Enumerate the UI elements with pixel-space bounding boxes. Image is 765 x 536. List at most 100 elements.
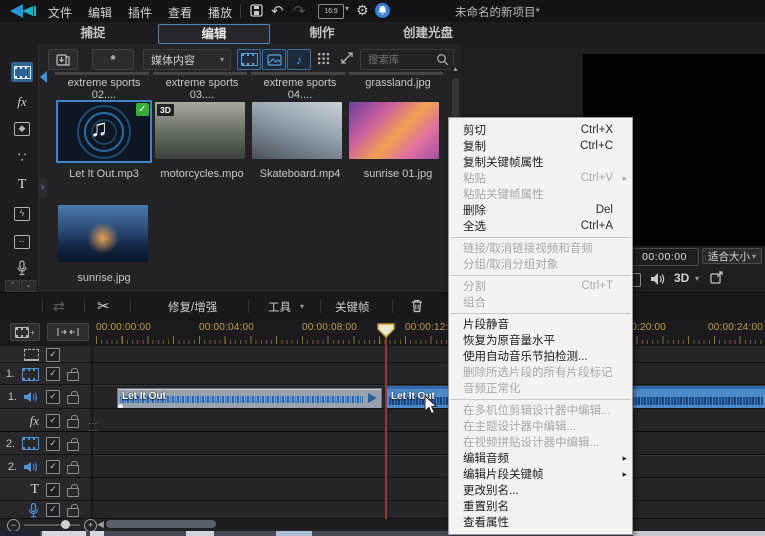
settings-gear-icon[interactable]: ⚙ [356,2,369,19]
taskbar-item[interactable] [186,531,214,536]
track-lock-icon[interactable] [67,395,79,404]
filter-audio-button[interactable]: ♪ [287,49,311,70]
track-visible-checkbox[interactable]: ✓ [46,483,60,497]
menu-item-paste-keyframe-attrs[interactable]: 粘贴关键帧属性 [449,186,632,202]
notification-bell-icon[interactable] [375,3,390,18]
track-content[interactable] [93,363,765,385]
menu-edit[interactable]: 编辑 [88,4,112,21]
track-header[interactable]: ✓ [0,501,92,519]
tab-create-disc[interactable]: 创建光盘 [373,24,483,42]
menu-view[interactable]: 查看 [168,4,192,21]
menu-item-edit-audio[interactable]: 编辑音频▸ [449,450,632,466]
taskbar-item[interactable] [276,531,312,536]
scroll-left-icon[interactable]: ◀ [97,519,104,530]
audio-clip[interactable]: Let It Out [117,388,382,410]
menu-item-group-ungroup[interactable]: 分组/取消分组对象 [449,256,632,272]
track-header[interactable]: 1. ✓ [0,363,92,385]
taskbar-item[interactable] [0,531,40,536]
playhead-line[interactable] [385,337,387,519]
tab-produce[interactable]: 制作 [267,24,377,42]
aspect-ratio-control[interactable]: 16:9 [318,4,344,19]
chevron-down-icon[interactable]: ▾ [695,274,699,283]
undo-icon[interactable]: ↶ [271,2,284,20]
clipped-control-icon[interactable] [632,273,641,287]
track-lock-icon[interactable] [67,488,79,497]
tab-capture[interactable]: 捕捉 [38,24,148,42]
menu-item-paste[interactable]: 粘贴Ctrl+V▸ [449,170,632,186]
track-header[interactable]: T ✓ [0,478,92,501]
track-content[interactable] [93,478,765,501]
zoom-slider-track[interactable] [24,524,80,526]
scrollbar-up-icon[interactable]: ▲ [452,66,459,73]
sidebar-effects-icon[interactable]: fx [11,92,33,112]
menu-item-view-properties[interactable]: 查看属性 [449,514,632,530]
repair-enhance-button[interactable]: 修复/增强 [168,299,217,315]
tools-button[interactable]: 工具 [268,299,291,315]
track-visible-checkbox[interactable]: ✓ [46,503,60,517]
menu-item-split[interactable]: 分割Ctrl+T [449,278,632,294]
menu-play[interactable]: 播放 [208,4,232,21]
menu-item-copy-keyframe-attrs[interactable]: 复制关键帧属性 [449,154,632,170]
sidebar-media-icon[interactable] [11,62,33,82]
thumbnail-skateboard[interactable] [252,102,342,159]
filter-photo-button[interactable] [262,49,286,70]
redo-icon[interactable]: ↷ [293,2,306,20]
track-visible-checkbox[interactable]: ✓ [46,414,60,428]
thumbnail-audio-selected[interactable]: ♫ ✓ [56,100,152,163]
trash-icon[interactable] [410,298,424,313]
library-search-box[interactable] [360,49,454,70]
splitter-handle[interactable]: ⋮⋮ [88,419,98,433]
hscrollbar-thumb[interactable] [106,520,216,528]
menu-file[interactable]: 文件 [48,4,72,21]
import-media-button[interactable] [48,49,78,70]
track-visible-checkbox[interactable]: ✓ [46,348,60,362]
thumbnail-clipped[interactable] [349,72,443,75]
sidebar-path-icon[interactable]: -· [11,232,33,252]
swap-tracks-icon[interactable]: ⇄ [53,298,65,315]
track-header[interactable]: fx ✓ [0,409,92,432]
track-header[interactable]: 1. ✓ [0,385,92,409]
track-manager-button[interactable]: + [10,323,40,341]
thumbnail-clipped[interactable] [55,72,149,75]
track-lock-icon[interactable] [67,419,79,428]
ripple-edit-button[interactable] [47,323,89,341]
menu-item-remove-clip-markers[interactable]: 删除所选片段的所有片段标记 [449,364,632,380]
menu-item-change-alias[interactable]: 更改别名... [449,482,632,498]
track-header[interactable]: ✓ [0,346,92,363]
zoom-slider-handle[interactable] [61,520,70,529]
preview-timecode[interactable]: 00:00:00 [630,248,699,266]
menu-item-restore-volume[interactable]: 恢复为原音量水平 [449,332,632,348]
menu-item-edit-multicam[interactable]: 在多机位剪辑设计器中编辑... [449,402,632,418]
save-icon[interactable] [250,4,263,17]
track-visible-checkbox[interactable]: ✓ [46,460,60,474]
track-visible-checkbox[interactable]: ✓ [46,437,60,451]
chevron-down-icon[interactable]: ▾ [345,4,349,13]
split-clip-scissors-icon[interactable]: ✂ [97,297,110,315]
track-lock-icon[interactable] [67,465,79,474]
sidebar-title-icon[interactable]: T [11,175,33,195]
menu-item-copy[interactable]: 复制Ctrl+C [449,138,632,154]
track-content[interactable] [93,455,765,478]
media-category-dropdown[interactable]: 媒体内容 ▾ [143,49,231,70]
menu-item-edit-video-collage[interactable]: 在视频拼贴设计器中编辑... [449,434,632,450]
sidebar-voiceover-icon[interactable] [11,258,33,278]
track-content[interactable] [93,501,765,519]
keyframe-button[interactable]: 关键帧 [335,299,370,315]
menu-item-cut[interactable]: 剪切Ctrl+X [449,122,632,138]
sidebar-motion-icon[interactable]: ϟ [11,204,33,224]
3d-toggle[interactable]: 3D [674,271,689,285]
fit-size-dropdown[interactable]: 适合大小 ▾ [702,248,762,264]
thumbnail-clipped[interactable] [153,72,247,75]
track-visible-checkbox[interactable]: ✓ [46,390,60,404]
menu-item-link-unlink-av[interactable]: 链接/取消链接视频和音频 [449,240,632,256]
track-content[interactable] [93,346,765,363]
view-grid-icon[interactable] [317,52,330,65]
sidebar-overlay-icon[interactable]: ∵ [11,147,33,167]
sidebar-transition-icon[interactable]: ◆ [11,119,33,139]
scroll-down-icon[interactable]: ⌄ [21,280,36,292]
track-lock-icon[interactable] [67,372,79,381]
taskbar-item[interactable] [90,531,104,536]
menu-item-auto-music-beat[interactable]: 使用自动音乐节拍检测... [449,348,632,364]
menu-item-edit-clip-keyframes[interactable]: 编辑片段关键帧▸ [449,466,632,482]
resize-thumbnails-icon[interactable] [340,51,354,65]
